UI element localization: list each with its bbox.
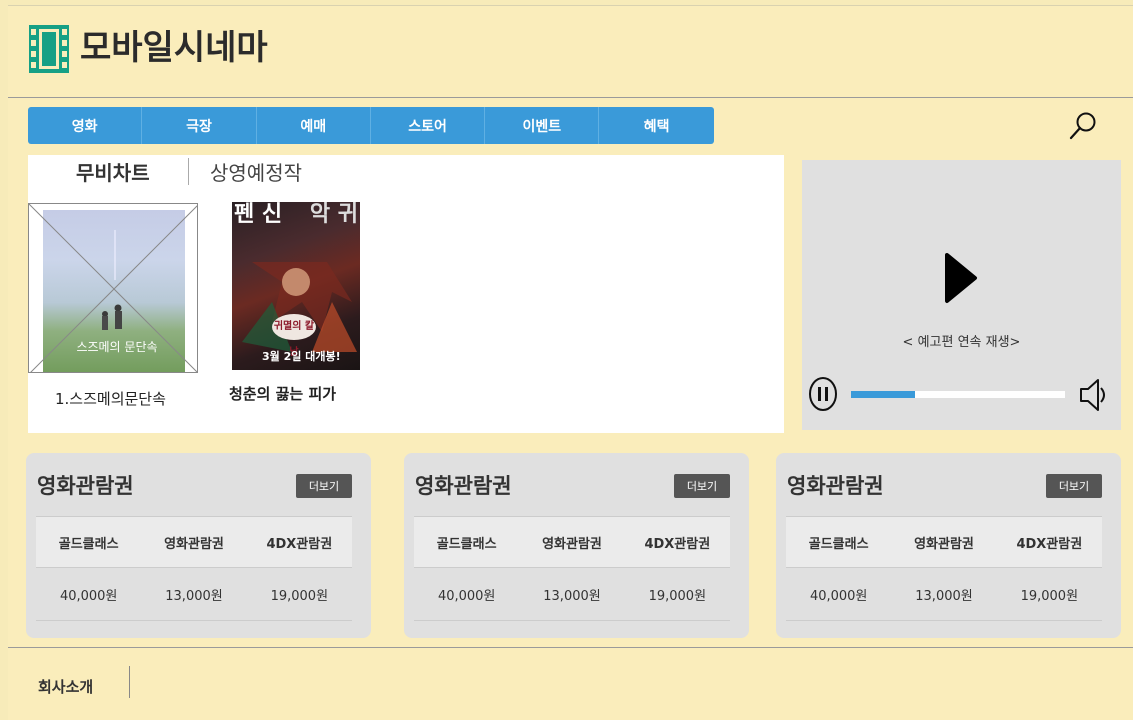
table-header-cell: 4DX관람권 — [644, 536, 711, 552]
price-cell: 13,000원 — [165, 588, 223, 604]
more-button[interactable]: 더보기 — [1046, 474, 1102, 498]
table-header-cell: 골드클래스 — [58, 536, 119, 552]
ticket-price-table: 골드클래스 영화관람권 4DX관람권 40,000원 13,000원 19,00… — [414, 516, 730, 621]
table-header-cell: 4DX관람권 — [1016, 536, 1083, 552]
ticket-price-table: 골드클래스 영화관람권 4DX관람권 40,000원 13,000원 19,00… — [36, 516, 352, 621]
footer-link-company[interactable]: 회사소개 — [38, 676, 93, 697]
nav-item-store[interactable]: 스토어 — [371, 107, 486, 144]
table-header-cell: 영화관람권 — [914, 536, 974, 552]
price-cell: 19,000원 — [1020, 588, 1079, 604]
film-strip-icon — [29, 25, 69, 73]
search-icon[interactable] — [1068, 111, 1098, 141]
ticket-price-table: 골드클래스 영화관람권 4DX관람권 40,000원 13,000원 19,00… — [786, 516, 1102, 621]
price-cell: 40,000원 — [809, 588, 868, 604]
poster-text-right: 악 귀 — [309, 202, 358, 227]
site-logo-text[interactable]: 모바일시네마 — [80, 25, 268, 71]
tab-divider — [188, 158, 189, 185]
trailer-player: < 예고편 연속 재생> — [802, 160, 1121, 430]
page: 모바일시네마 영화 극장 예매 스토어 이벤트 혜택 무비차트 상영예정작 스즈… — [8, 5, 1133, 720]
price-cell: 13,000원 — [915, 588, 973, 604]
pause-icon[interactable] — [808, 376, 838, 412]
poster-text-left: 펜 신 — [234, 202, 283, 227]
table-header-cell: 4DX관람권 — [266, 536, 333, 552]
ticket-card-title: 영화관람권 — [37, 474, 134, 498]
price-cell: 40,000원 — [437, 588, 496, 604]
tab-movie-chart[interactable]: 무비차트 — [76, 157, 150, 186]
nav-item-theater[interactable]: 극장 — [142, 107, 257, 144]
table-header-cell: 골드클래스 — [436, 536, 497, 552]
footer-divider — [129, 666, 130, 698]
ticket-card-title: 영화관람권 — [787, 474, 884, 498]
nav-item-benefit[interactable]: 혜택 — [599, 107, 713, 144]
header: 모바일시네마 — [8, 5, 1133, 98]
ticket-card-title: 영화관람권 — [415, 474, 512, 498]
price-cell: 40,000원 — [59, 588, 118, 604]
main-nav: 영화 극장 예매 스토어 이벤트 혜택 — [28, 107, 714, 144]
table-header-cell: 영화관람권 — [164, 536, 224, 552]
movie-title-1[interactable]: 1.스즈메의문단속 — [55, 388, 166, 409]
tab-upcoming[interactable]: 상영예정작 — [210, 157, 302, 186]
table-header-cell: 영화관람권 — [542, 536, 602, 552]
price-cell: 13,000원 — [543, 588, 601, 604]
table-row: 40,000원 13,000원 19,000원 — [36, 568, 352, 621]
table-row: 40,000원 13,000원 19,000원 — [414, 568, 730, 621]
movie-poster-1[interactable]: 스즈메의 문단속 — [28, 203, 198, 373]
ticket-card-1: 영화관람권 더보기 골드클래스 영화관람권 4DX관람권 40,000원 13,… — [26, 453, 371, 638]
price-cell: 19,000원 — [648, 588, 707, 604]
volume-icon[interactable] — [1078, 376, 1108, 414]
poster-release-date: 3월 2일 대개봉! — [262, 350, 341, 363]
nav-item-event[interactable]: 이벤트 — [485, 107, 600, 144]
table-row: 40,000원 13,000원 19,000원 — [786, 568, 1102, 621]
nav-item-movie[interactable]: 영화 — [28, 107, 143, 144]
movie-poster-2[interactable]: 펜 신 악 귀 귀멸의 칼날 3월 2일 대개봉! — [232, 202, 360, 370]
broken-image-icon — [29, 204, 197, 372]
table-header-row: 골드클래스 영화관람권 4DX관람권 — [786, 516, 1102, 568]
video-progress-bar[interactable] — [851, 391, 1065, 398]
movie-chart-panel: 무비차트 상영예정작 스즈메의 문단속 1.스즈메의문단속 펜 신 악 귀 귀멸… — [28, 155, 784, 433]
more-button[interactable]: 더보기 — [674, 474, 730, 498]
footer: 회사소개 — [8, 647, 1133, 720]
play-icon[interactable] — [944, 252, 978, 304]
more-button[interactable]: 더보기 — [296, 474, 352, 498]
nav-item-booking[interactable]: 예매 — [257, 107, 371, 144]
movie-title-2[interactable]: 청춘의 끓는 피가 — [229, 383, 336, 404]
ticket-card-3: 영화관람권 더보기 골드클래스 영화관람권 4DX관람권 40,000원 13,… — [776, 453, 1121, 638]
table-header-row: 골드클래스 영화관람권 4DX관람권 — [36, 516, 352, 568]
trailer-caption: < 예고편 연속 재생> — [902, 335, 1021, 350]
ticket-card-2: 영화관람권 더보기 골드클래스 영화관람권 4DX관람권 40,000원 13,… — [404, 453, 749, 638]
table-header-row: 골드클래스 영화관람권 4DX관람권 — [414, 516, 730, 568]
price-cell: 19,000원 — [270, 588, 329, 604]
table-header-cell: 골드클래스 — [808, 536, 869, 552]
poster-title-badge: 귀멸의 칼날 — [272, 314, 316, 358]
video-progress-fill — [851, 391, 916, 398]
